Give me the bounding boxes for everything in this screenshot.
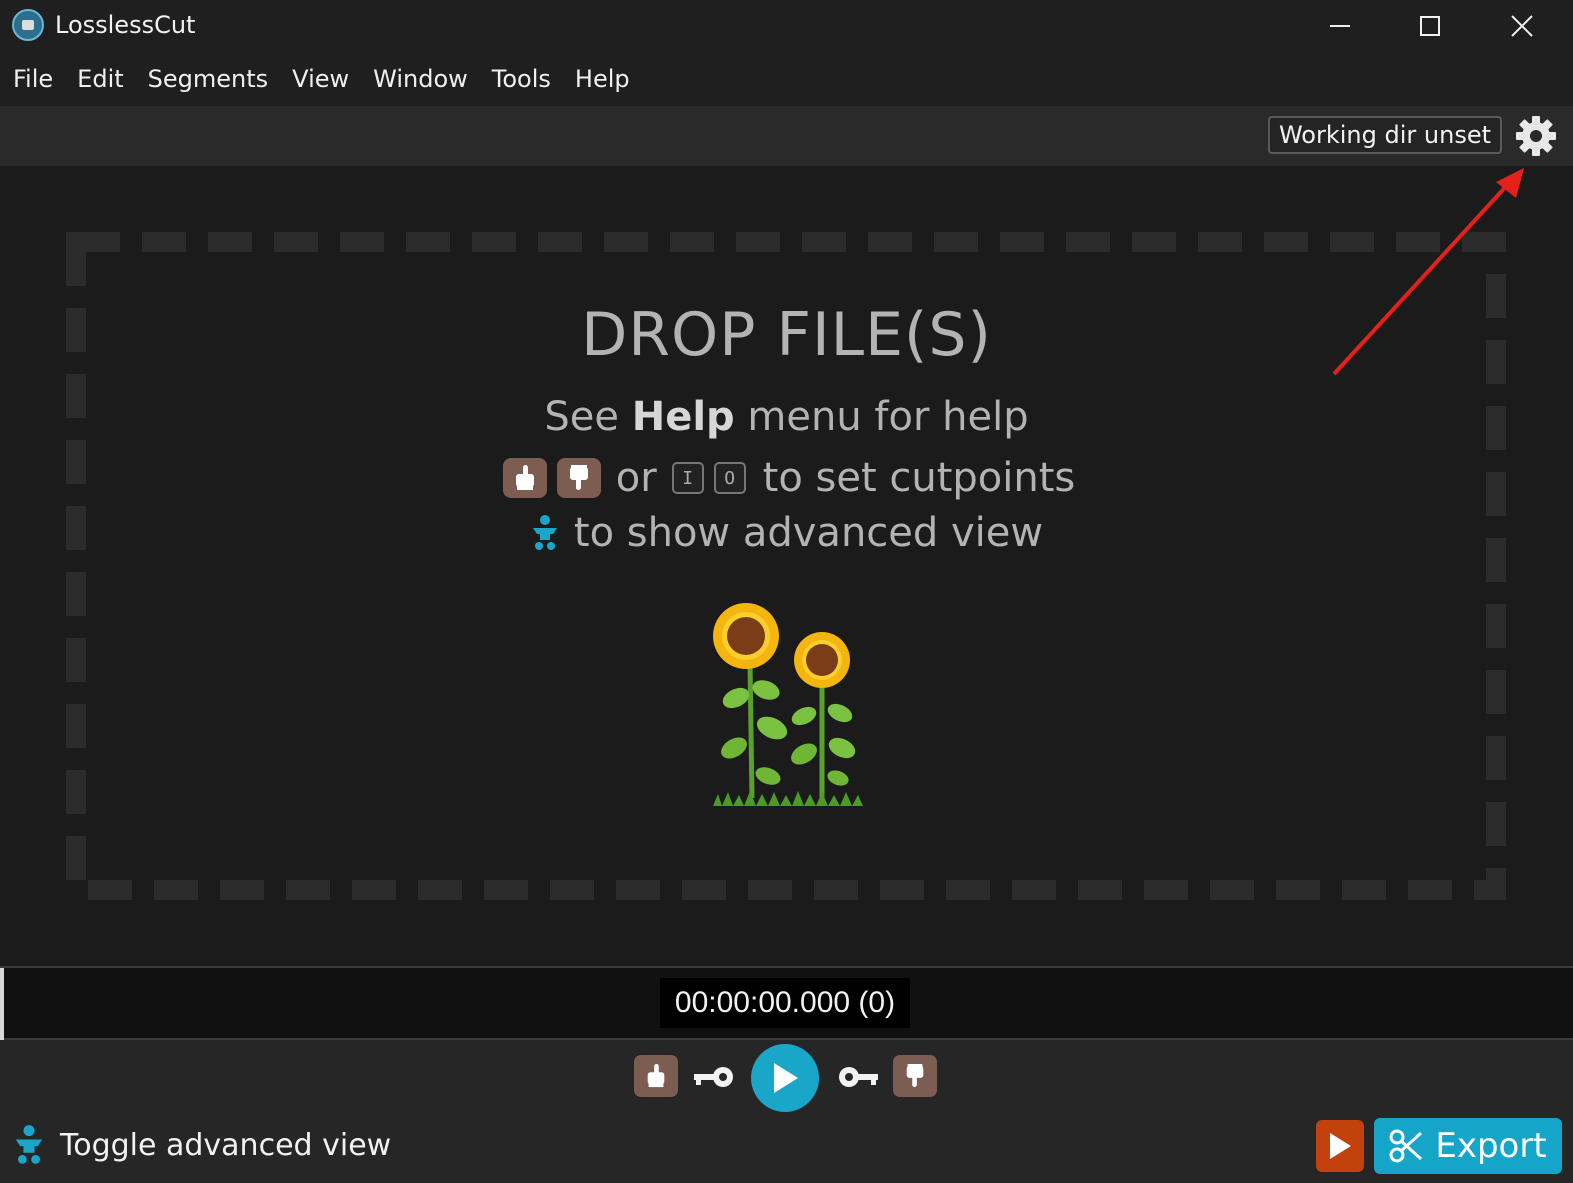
menu-file[interactable]: File	[0, 65, 65, 93]
jump-end-key-icon[interactable]	[838, 1065, 880, 1089]
key-o: O	[713, 462, 746, 494]
set-cut-end-button[interactable]	[556, 458, 601, 498]
jump-start-key-icon[interactable]	[692, 1065, 734, 1089]
timeline[interactable]: 00:00:00.000 (0)	[0, 966, 1573, 1040]
hand-point-start-icon	[515, 465, 534, 490]
close-icon	[1511, 15, 1533, 37]
menu-bar: File Edit Segments View Window Tools Hel…	[0, 52, 1573, 106]
export-preview-button[interactable]	[1316, 1120, 1364, 1172]
cutpoint-hint: or I O to set cutpoints	[0, 455, 1573, 501]
gear-icon[interactable]	[1514, 114, 1558, 158]
play-button[interactable]	[751, 1044, 819, 1112]
set-cut-start-button[interactable]	[502, 458, 547, 498]
hand-point-start-icon	[647, 1064, 665, 1088]
key-i: I	[671, 462, 704, 494]
export-label: Export	[1435, 1126, 1547, 1166]
help-hint-bold: Help	[631, 394, 735, 440]
timeline-cursor[interactable]	[0, 968, 4, 1040]
window-title: LosslessCut	[55, 11, 196, 39]
menu-view[interactable]: View	[280, 65, 361, 93]
maximize-icon	[1420, 16, 1440, 36]
help-hint-rest: menu for help	[747, 394, 1029, 440]
menu-tools[interactable]: Tools	[480, 65, 563, 93]
minimize-icon	[1330, 25, 1350, 27]
minimize-button[interactable]	[1294, 0, 1386, 52]
play-icon	[1330, 1133, 1351, 1159]
sunflower-illustration	[713, 603, 863, 806]
app-icon	[12, 9, 44, 41]
baby-icon[interactable]	[530, 514, 560, 552]
menu-edit[interactable]: Edit	[65, 65, 135, 93]
timecode-display: 00:00:00.000 (0)	[660, 978, 910, 1028]
hand-point-end-icon	[569, 465, 588, 490]
cutpoint-or: or	[615, 455, 657, 501]
export-button[interactable]: Export	[1374, 1118, 1562, 1174]
sunflower-large	[713, 603, 788, 799]
menu-window[interactable]: Window	[361, 65, 480, 93]
close-button[interactable]	[1476, 0, 1568, 52]
baby-icon	[15, 1125, 43, 1164]
sunflower-small	[791, 632, 856, 798]
help-hint: See Help menu for help	[0, 394, 1573, 440]
advanced-hint: to show advanced view	[0, 510, 1573, 556]
working-dir-button[interactable]: Working dir unset	[1268, 116, 1502, 154]
maximize-button[interactable]	[1384, 0, 1476, 52]
menu-segments[interactable]: Segments	[136, 65, 281, 93]
scissors-icon	[1389, 1129, 1423, 1163]
hand-point-end-icon	[906, 1064, 924, 1088]
toggle-advanced-label: Toggle advanced view	[60, 1127, 392, 1163]
advanced-hint-text: to show advanced view	[573, 510, 1044, 556]
annotation-arrow	[1332, 168, 1524, 376]
set-cut-end-control[interactable]	[893, 1055, 937, 1097]
menu-help[interactable]: Help	[563, 65, 642, 93]
cutpoint-text: to set cutpoints	[762, 455, 1076, 501]
play-icon	[774, 1063, 798, 1093]
grass	[713, 791, 863, 806]
title-bar: LosslessCut	[0, 0, 1573, 52]
help-hint-see: See	[544, 394, 620, 440]
set-cut-start-control[interactable]	[634, 1055, 678, 1097]
toggle-advanced-view-button[interactable]: Toggle advanced view	[12, 1124, 391, 1166]
